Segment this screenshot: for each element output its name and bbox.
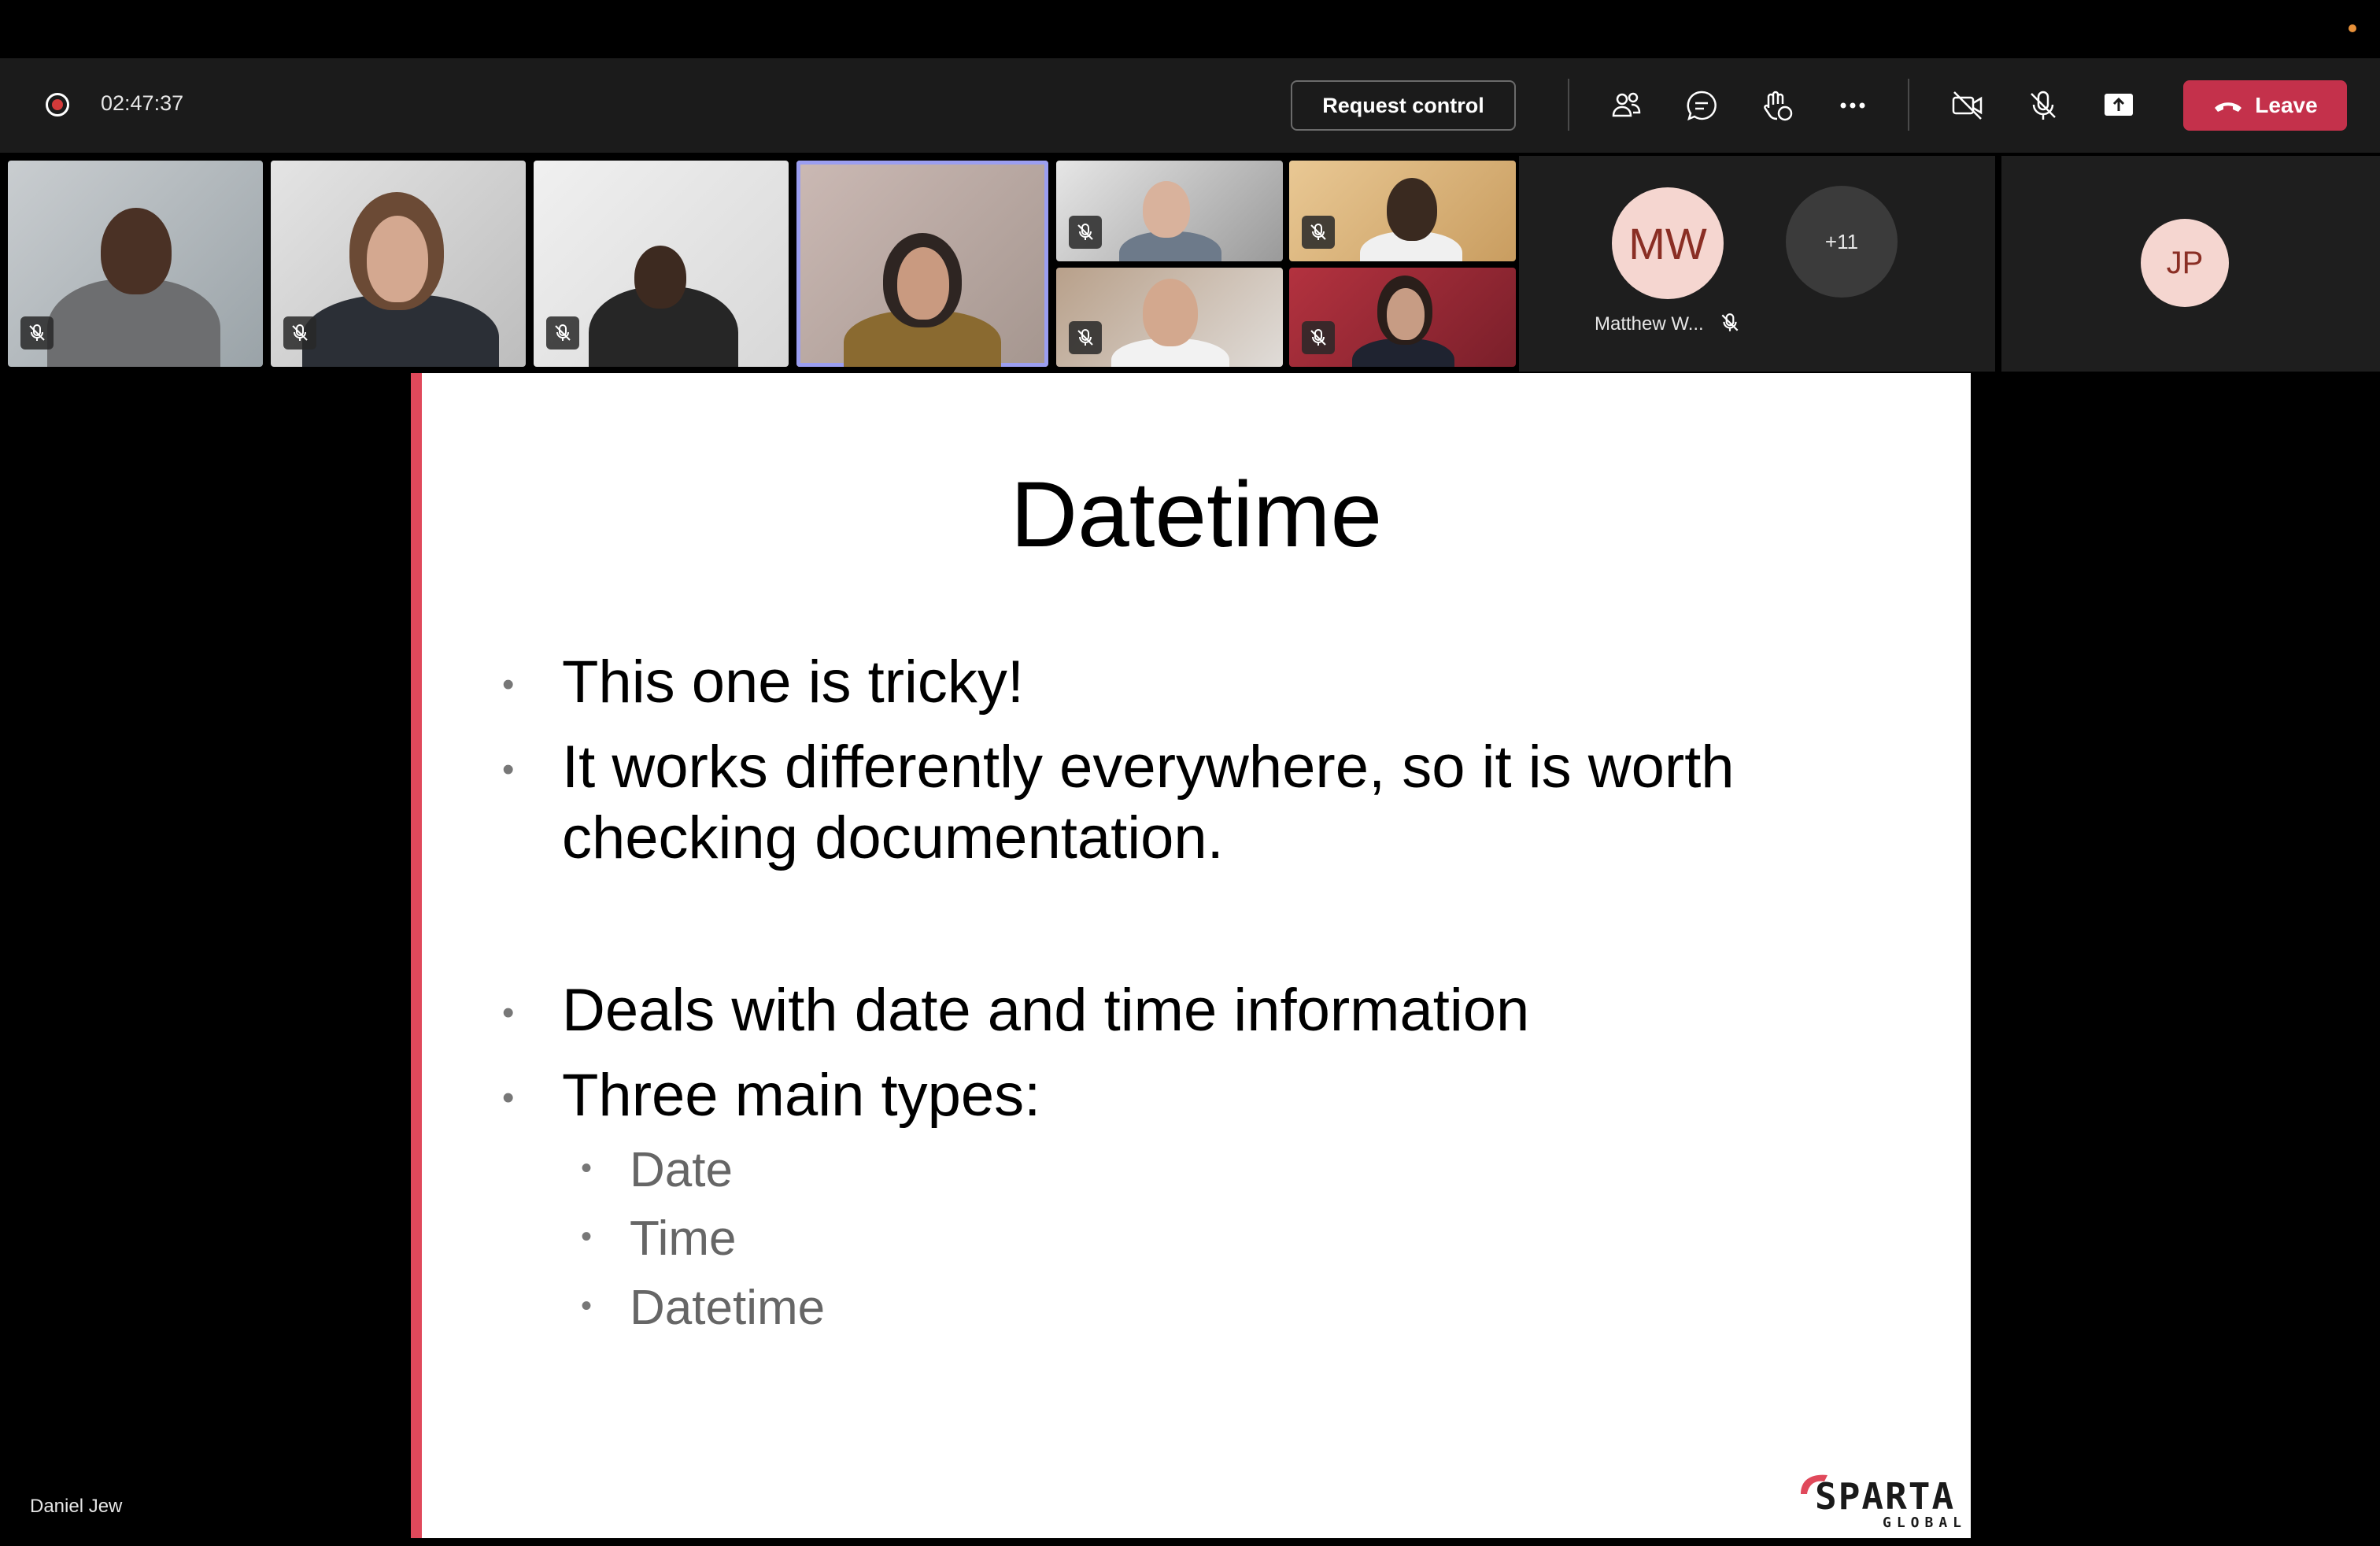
muted-badge — [283, 316, 316, 350]
slide-bullet-continuation: checking documentation. — [562, 804, 1224, 871]
share-icon — [2105, 94, 2133, 116]
slide-accent-bar — [411, 373, 422, 1538]
slide-sub-bullet: Datetime — [630, 1281, 826, 1335]
leave-label: Leave — [2255, 93, 2318, 117]
reactions-button[interactable] — [1754, 82, 1801, 129]
mic-off-icon — [2031, 91, 2056, 120]
bullet-icon: • — [502, 750, 515, 789]
mic-off-icon — [1077, 329, 1093, 346]
presenter-name: Daniel Jew — [30, 1496, 123, 1517]
phone-hangup-icon — [2215, 102, 2242, 112]
reactions-icon — [1764, 91, 1793, 121]
muted-badge — [1069, 216, 1102, 249]
participants-button[interactable] — [1602, 82, 1650, 129]
window-titlebar — [0, 0, 2380, 58]
audio-participants-area — [1519, 156, 1995, 372]
share-button[interactable] — [2095, 82, 2142, 129]
slide-sub-bullet: Time — [630, 1211, 737, 1266]
mic-off-icon — [555, 324, 571, 341]
notification-dot — [2349, 24, 2356, 32]
participants-icon — [1612, 92, 1641, 117]
more-icon — [1840, 102, 1865, 109]
toolbar-divider — [1568, 79, 1569, 131]
slide-bullet: Three main types: — [562, 1062, 1041, 1129]
mic-toggle-button[interactable] — [2020, 82, 2067, 129]
mic-off-icon — [292, 324, 308, 341]
slide-sub-bullet: Date — [630, 1143, 733, 1197]
muted-badge — [1302, 321, 1335, 354]
mic-off-icon — [1721, 313, 1739, 331]
sub-bullet-icon: • — [581, 1219, 593, 1254]
logo-wordmark: SPARTA — [1815, 1475, 1956, 1518]
recording-icon — [46, 93, 69, 117]
more-options-button[interactable] — [1829, 82, 1876, 129]
active-speaker-video-tile[interactable] — [796, 161, 1048, 367]
participant-face — [1387, 178, 1437, 241]
mic-off-icon — [29, 324, 45, 341]
participant-face — [634, 246, 686, 309]
participant-video-tile[interactable] — [8, 161, 263, 367]
participant-video-tile[interactable] — [1289, 268, 1516, 367]
leave-button[interactable]: Leave — [2183, 80, 2347, 131]
participant-face — [1143, 181, 1190, 238]
muted-badge — [20, 316, 54, 350]
toolbar-divider — [1908, 79, 1909, 131]
logo-subtext: GLOBAL — [1883, 1515, 1968, 1531]
participant-face — [1143, 279, 1198, 346]
bullet-icon: • — [502, 665, 515, 704]
self-avatar[interactable]: JP — [2141, 219, 2229, 307]
participant-avatar[interactable]: MW — [1612, 187, 1724, 299]
mic-off-icon — [1077, 224, 1093, 240]
bullet-icon: • — [502, 993, 515, 1032]
camera-toggle-button[interactable] — [1944, 82, 1991, 129]
sub-bullet-icon: • — [581, 1289, 593, 1323]
slide-title: Datetime — [1010, 463, 1383, 567]
participant-face — [101, 208, 172, 294]
camera-off-icon — [1952, 91, 1983, 120]
participant-video-tile[interactable] — [1056, 268, 1283, 367]
bullet-icon: • — [502, 1078, 515, 1117]
participant-face — [1387, 288, 1425, 340]
muted-badge — [1069, 321, 1102, 354]
participant-video-tile[interactable] — [1056, 161, 1283, 261]
meeting-timer: 02:47:37 — [101, 91, 184, 115]
muted-badge — [1302, 216, 1335, 249]
mic-off-icon — [1310, 224, 1326, 240]
participant-face — [897, 247, 949, 320]
participant-name: Matthew W... — [1595, 313, 1704, 335]
muted-badge — [546, 316, 579, 350]
participant-video-tile[interactable] — [534, 161, 789, 367]
more-participants-button[interactable]: +11 — [1786, 186, 1898, 298]
mic-off-icon — [1310, 329, 1326, 346]
request-control-button[interactable]: Request control — [1291, 80, 1516, 131]
sub-bullet-icon: • — [581, 1151, 593, 1185]
slide-bullet: It works differently everywhere, so it i… — [562, 734, 1735, 801]
slide-bullet: Deals with date and time information — [562, 977, 1530, 1044]
participant-face — [367, 216, 428, 302]
participant-video-tile[interactable] — [1289, 161, 1516, 261]
participant-video-tile[interactable] — [271, 161, 526, 367]
chat-button[interactable] — [1678, 82, 1725, 129]
chat-icon — [1687, 91, 1717, 121]
sparta-global-logo: SPARTA GLOBAL — [1798, 1470, 1963, 1533]
slide-bullet: This one is tricky! — [562, 649, 1025, 716]
